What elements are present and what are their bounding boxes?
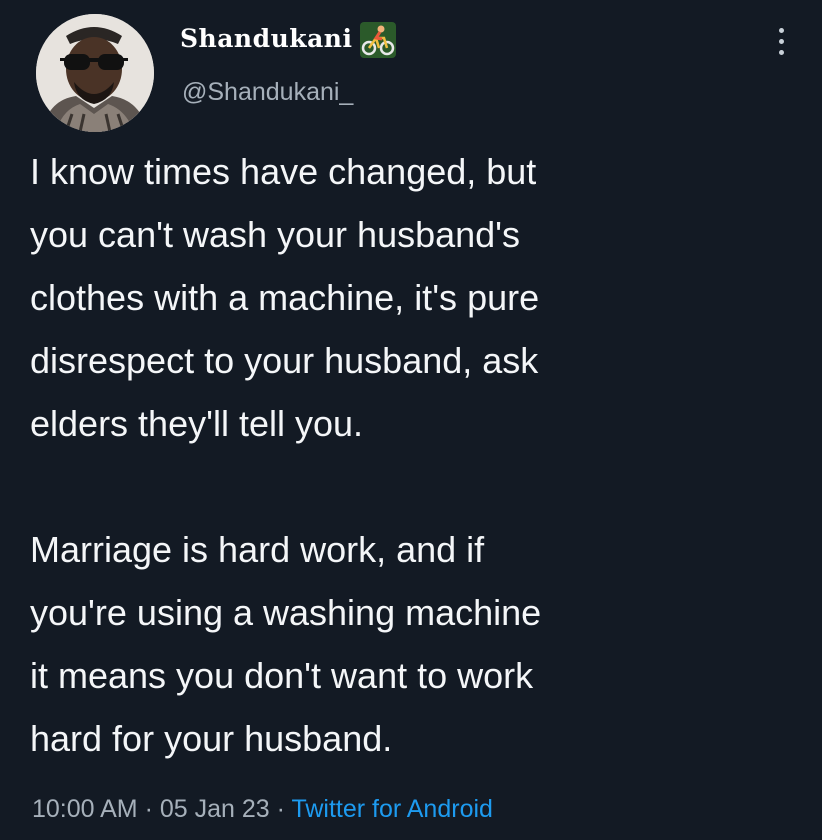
user-handle[interactable]: @Shandukani_ <box>182 78 353 107</box>
tweet-line: I know times have changed, but <box>30 151 537 192</box>
tweet-line: disrespect to your husband, ask <box>30 340 539 381</box>
tweet-card: Shandukani @Shandukani_ I know times hav… <box>0 0 822 840</box>
avatar-photo <box>36 14 154 132</box>
tweet-line: hard for your husband. <box>30 718 393 759</box>
avatar[interactable] <box>36 14 154 132</box>
meta-separator: · <box>137 795 160 823</box>
tweet-source-link[interactable]: Twitter for Android <box>291 795 492 823</box>
tweet-line: clothes with a machine, it's pure <box>30 277 540 318</box>
tweet-meta: 10:00 AM · 05 Jan 23 · Twitter for Andro… <box>32 795 493 824</box>
meta-separator: · <box>269 795 292 823</box>
tweet-line: elders they'll tell you. <box>30 403 364 444</box>
tweet-line: Marriage is hard work, and if <box>30 529 485 570</box>
tweet-line: you're using a washing machine <box>30 592 542 633</box>
tweet-time[interactable]: 10:00 AM <box>32 795 138 823</box>
display-name[interactable]: Shandukani <box>180 24 352 53</box>
tweet-line: you can't wash your husband's <box>30 214 521 255</box>
tweet-date[interactable]: 05 Jan 23 <box>160 795 270 823</box>
more-vertical-icon[interactable] <box>768 18 798 68</box>
tweet-text: I know times have changed, but you can't… <box>30 140 800 770</box>
bicyclist-emoji <box>360 22 396 58</box>
tweet-line: it means you don't want to work <box>30 655 534 696</box>
